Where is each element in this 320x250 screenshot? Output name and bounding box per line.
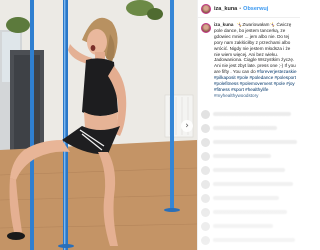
caption-avatar[interactable]: [201, 23, 211, 33]
post-side-panel: iza_kuna • Obserwuj iza_kuna 🤸‍♀️Zwariow…: [197, 0, 300, 250]
post-caption: iza_kuna 🤸‍♀️Zwariowałam🤸‍♀️ Ćwiczę pole…: [198, 18, 300, 103]
pole-dance-scene: [0, 0, 197, 250]
header-username[interactable]: iza_kuna: [214, 6, 237, 12]
follow-button[interactable]: Obserwuj: [243, 6, 268, 12]
caption-text: iza_kuna 🤸‍♀️Zwariowałam🤸‍♀️ Ćwiczę pole…: [214, 22, 297, 99]
next-photo-button[interactable]: ›: [181, 120, 193, 132]
avatar[interactable]: [201, 3, 211, 14]
post-header: iza_kuna • Obserwuj: [198, 0, 300, 18]
comments-blur-overlay: [198, 92, 300, 250]
separator-dot: •: [239, 5, 242, 12]
caption-body: 🤸‍♀️Zwariowałam🤸‍♀️ Ćwiczę pole dance, b…: [214, 22, 296, 75]
caption-username[interactable]: iza_kuna: [214, 22, 233, 27]
post-photo[interactable]: ›: [0, 0, 197, 250]
